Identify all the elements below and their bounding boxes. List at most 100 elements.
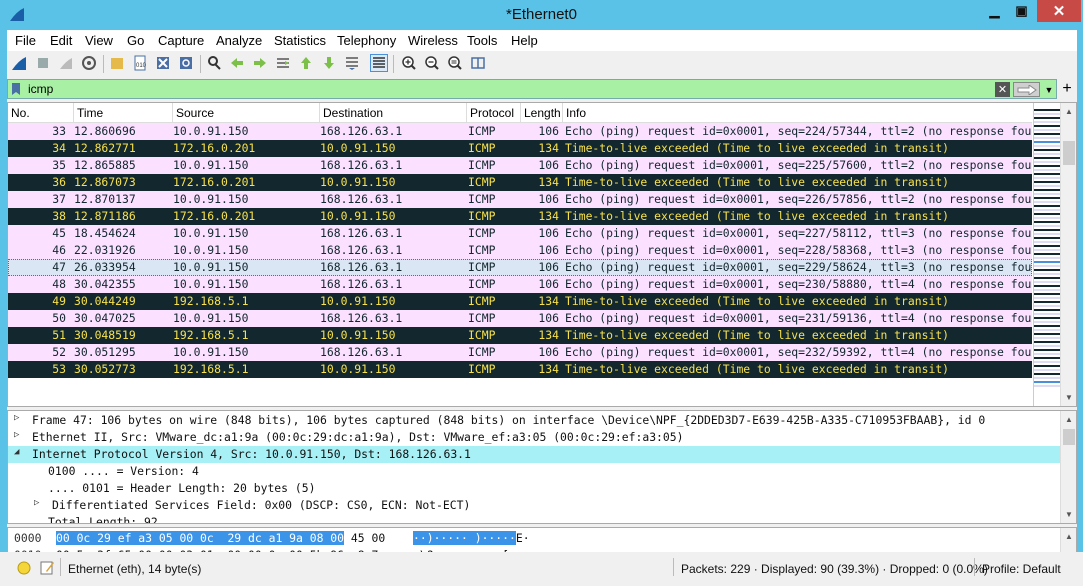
- packet-row[interactable]: 38 12.871186 172.16.0.201 10.0.91.150 ICMP 13…: [8, 208, 1032, 225]
- details-tree-item[interactable]: .... 0101 = Header Length: 20 bytes (5): [8, 480, 1060, 497]
- packet-row[interactable]: 34 12.862771 172.16.0.201 10.0.91.150 ICMP 13…: [8, 140, 1032, 157]
- column-header-info[interactable]: Info: [563, 103, 1032, 123]
- packet-row[interactable]: 46 22.031926 10.0.91.150 168.126.63.1 ICMP 10…: [8, 242, 1032, 259]
- packet-cell-no: 53: [52, 362, 66, 376]
- packet-row[interactable]: 33 12.860696 10.0.91.150 168.126.63.1 ICMP 10…: [8, 123, 1032, 140]
- column-header-no[interactable]: No.: [8, 103, 74, 123]
- packet-cell-time: 12.862771: [74, 141, 136, 155]
- scrollbar-thumb[interactable]: [1063, 429, 1075, 445]
- column-header-time[interactable]: Time: [74, 103, 173, 123]
- scroll-up-icon[interactable]: ▲: [1061, 411, 1076, 428]
- shark-fin-start-icon[interactable]: [10, 54, 28, 72]
- clear-filter-icon[interactable]: ✕: [995, 82, 1010, 97]
- column-header-protocol[interactable]: Protocol: [467, 103, 521, 123]
- packet-cell-no: 34: [52, 141, 66, 155]
- packet-row[interactable]: 53 30.052773 192.168.5.1 10.0.91.150 ICMP 134…: [8, 361, 1032, 378]
- add-filter-button-icon[interactable]: +: [1060, 79, 1074, 99]
- zoom-normal-icon[interactable]: [446, 54, 464, 72]
- zoom-out-icon[interactable]: [423, 54, 441, 72]
- menu-analyze[interactable]: Analyze: [216, 33, 262, 48]
- menu-telephony[interactable]: Telephony: [337, 33, 396, 48]
- packet-cell-time: 30.047025: [74, 311, 136, 325]
- go-last-icon[interactable]: [320, 54, 338, 72]
- collapsed-arrow-icon[interactable]: ▷: [14, 413, 24, 423]
- capture-options-icon[interactable]: [80, 54, 98, 72]
- byte-hex[interactable]: 00 0c 29 ef a3 05 00 0c 29 dc a1 9a 08 0…: [56, 531, 385, 548]
- go-forward-icon[interactable]: [251, 54, 269, 72]
- apply-filter-icon[interactable]: [1013, 82, 1040, 97]
- details-tree-item[interactable]: ▷ Frame 47: 106 bytes on wire (848 bits),…: [8, 412, 1060, 429]
- go-back-icon[interactable]: [228, 54, 246, 72]
- menu-statistics[interactable]: Statistics: [274, 33, 326, 48]
- packet-row[interactable]: 36 12.867073 172.16.0.201 10.0.91.150 ICMP 13…: [8, 174, 1032, 191]
- menu-view[interactable]: View: [85, 33, 113, 48]
- close-file-icon[interactable]: [154, 54, 172, 72]
- bookmark-icon[interactable]: [11, 82, 21, 96]
- restart-icon[interactable]: [57, 54, 75, 72]
- menu-help[interactable]: Help: [511, 33, 538, 48]
- minimap-mark: [1034, 317, 1060, 319]
- minimap-mark: [1034, 285, 1060, 287]
- maximize-icon[interactable]: ▣: [1008, 0, 1035, 22]
- packet-cell-dst: 10.0.91.150: [320, 141, 396, 155]
- menu-capture[interactable]: Capture: [158, 33, 204, 48]
- column-header-length[interactable]: Length: [521, 103, 563, 123]
- display-filter-input[interactable]: [28, 81, 988, 97]
- details-scrollbar[interactable]: ▲ ▼: [1060, 411, 1076, 523]
- scrollbar-thumb[interactable]: [1063, 141, 1075, 165]
- details-tree-item[interactable]: 0100 .... = Version: 4: [8, 463, 1060, 480]
- packet-row[interactable]: 49 30.044249 192.168.5.1 10.0.91.150 ICMP 134…: [8, 293, 1032, 310]
- packet-row[interactable]: 45 18.454624 10.0.91.150 168.126.63.1 ICMP 10…: [8, 225, 1032, 242]
- packet-minimap[interactable]: [1033, 103, 1060, 406]
- packet-cell-time: 26.033954: [74, 260, 136, 274]
- expanded-arrow-icon[interactable]: ◢: [14, 447, 24, 457]
- minimize-icon[interactable]: ▁: [981, 0, 1008, 22]
- details-tree-item[interactable]: ▷ Ethernet II, Src: VMware_dc:a1:9a (00:0…: [8, 429, 1060, 446]
- packet-row[interactable]: 37 12.870137 10.0.91.150 168.126.63.1 ICMP 10…: [8, 191, 1032, 208]
- scroll-up-icon[interactable]: ▲: [1061, 528, 1076, 545]
- packet-list-scrollbar[interactable]: ▲ ▼: [1060, 103, 1076, 406]
- menu-tools[interactable]: Tools: [467, 33, 497, 48]
- menu-file[interactable]: File: [15, 33, 36, 48]
- close-icon[interactable]: ✕: [1037, 0, 1081, 22]
- column-header-destination[interactable]: Destination: [320, 103, 467, 123]
- packet-row[interactable]: 50 30.047025 10.0.91.150 168.126.63.1 ICMP 10…: [8, 310, 1032, 327]
- details-tree-item[interactable]: Total Length: 92: [8, 514, 1060, 523]
- go-to-packet-icon[interactable]: [274, 54, 292, 72]
- status-profile[interactable]: Profile: Default: [982, 562, 1061, 576]
- packet-cell-dst: 168.126.63.1: [320, 124, 403, 138]
- byte-ascii[interactable]: ··)····· )·····E·: [413, 531, 530, 548]
- menu-edit[interactable]: Edit: [50, 33, 72, 48]
- capture-comment-icon[interactable]: [40, 560, 55, 575]
- autoscroll-icon[interactable]: [343, 54, 361, 72]
- packet-row[interactable]: 47 26.033954 10.0.91.150 168.126.63.1 ICMP 10…: [8, 259, 1032, 276]
- go-first-icon[interactable]: [297, 54, 315, 72]
- open-file-icon[interactable]: [108, 54, 126, 72]
- packet-cell-src: 10.0.91.150: [173, 124, 249, 138]
- stop-icon[interactable]: [34, 54, 52, 72]
- scroll-down-icon[interactable]: ▼: [1061, 389, 1076, 406]
- packet-row[interactable]: 52 30.051295 10.0.91.150 168.126.63.1 ICMP 10…: [8, 344, 1032, 361]
- collapsed-arrow-icon[interactable]: ▷: [14, 430, 24, 440]
- details-tree-item[interactable]: ▷ Differentiated Services Field: 0x00 (DS…: [8, 497, 1060, 514]
- zoom-in-icon[interactable]: [400, 54, 418, 72]
- menu-go[interactable]: Go: [127, 33, 144, 48]
- find-icon[interactable]: [205, 54, 223, 72]
- minimap-mark: [1034, 221, 1060, 223]
- reload-icon[interactable]: [177, 54, 195, 72]
- resize-columns-icon[interactable]: [469, 54, 487, 72]
- details-tree-item[interactable]: ◢ Internet Protocol Version 4, Src: 10.0.…: [8, 446, 1060, 463]
- packet-row[interactable]: 35 12.865885 10.0.91.150 168.126.63.1 ICMP 10…: [8, 157, 1032, 174]
- menu-wireless[interactable]: Wireless: [408, 33, 458, 48]
- column-header-source[interactable]: Source: [173, 103, 320, 123]
- expert-info-icon[interactable]: [17, 561, 31, 575]
- packet-row[interactable]: 48 30.042355 10.0.91.150 168.126.63.1 ICMP 10…: [8, 276, 1032, 293]
- chevron-down-icon[interactable]: ▼: [1043, 82, 1055, 97]
- save-file-icon[interactable]: 010: [131, 54, 149, 72]
- collapsed-arrow-icon[interactable]: ▷: [34, 498, 44, 508]
- colorize-icon[interactable]: [370, 54, 388, 72]
- scroll-up-icon[interactable]: ▲: [1061, 103, 1076, 120]
- minimap-mark: [1034, 369, 1060, 371]
- scroll-down-icon[interactable]: ▼: [1061, 506, 1076, 523]
- packet-row[interactable]: 51 30.048519 192.168.5.1 10.0.91.150 ICMP 134…: [8, 327, 1032, 344]
